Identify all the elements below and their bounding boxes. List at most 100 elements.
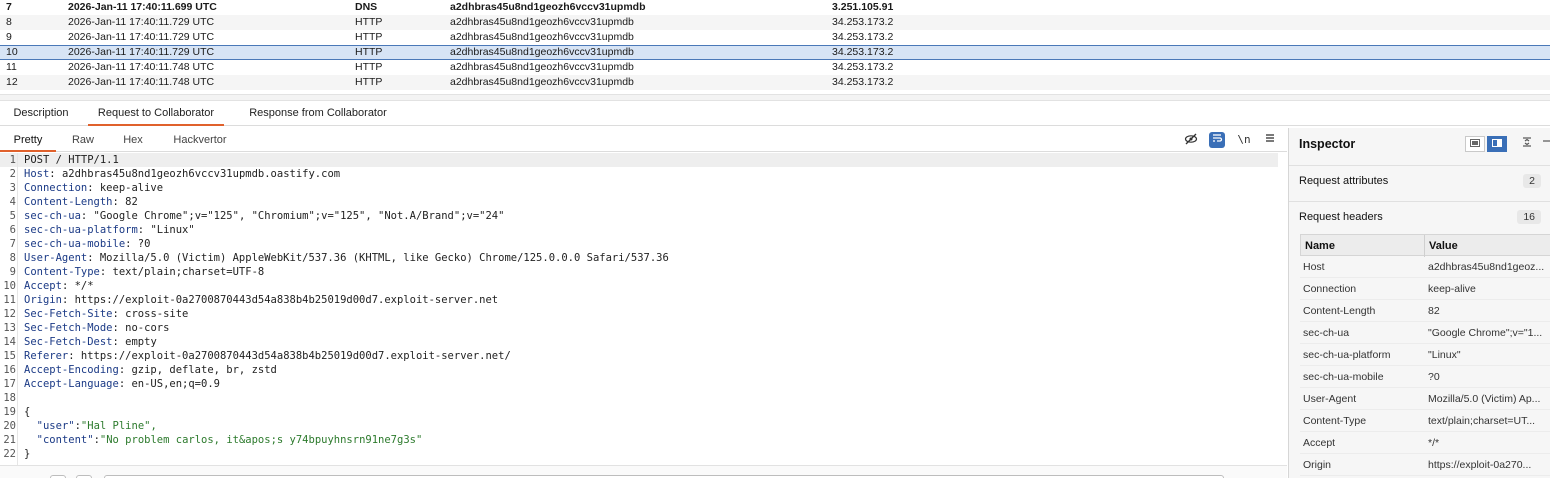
code-line: 8 User-Agent: Mozilla/5.0 (Victim) AppleW… [0,251,1287,265]
code-line: 7 sec-ch-ua-mobile: ?0 [0,237,1287,251]
table-row[interactable]: 11 2026-Jan-11 17:40:11.748 UTC HTTP a2dhbr… [0,60,1550,75]
row-source-ip: 34.253.173.2 [832,61,894,73]
header-value: "Linux" [1428,349,1461,361]
section-request-attributes[interactable]: Request attributes 2 [1289,165,1550,195]
header-name: Connection [1303,283,1357,295]
line-number: 7 [9,238,16,250]
header-name: sec-ch-ua-mobile [1303,371,1384,383]
inspector-header-row[interactable]: sec-ch-ua-mobile ?0 [1300,366,1550,388]
header-name: Content-Type [24,266,100,278]
line-number: 12 [3,308,16,320]
header-name: Sec-Fetch-Site [24,308,113,320]
newline-icon[interactable]: \n [1236,132,1252,148]
table-row[interactable]: 9 2026-Jan-11 17:40:11.729 UTC HTTP a2dhbra… [0,30,1550,45]
line-content: "user":"Hal Pline", [24,419,157,433]
row-type: HTTP [355,46,383,58]
header-name: Accept-Language [24,378,119,390]
row-time: 2026-Jan-11 17:40:11.729 UTC [68,16,215,28]
header-value: text/plain;charset=UT... [1428,415,1536,427]
line-number: 11 [3,294,16,306]
layout-horizontal-icon[interactable] [1465,136,1485,152]
line-number: 19 [3,406,16,418]
line-number: 8 [9,252,16,264]
tab-hackvertor[interactable]: Hackvertor [160,128,240,152]
table-row[interactable]: 12 2026-Jan-11 17:40:11.748 UTC HTTP a2dhbr… [0,75,1550,90]
column-header-name[interactable]: Name [1305,235,1335,257]
inspector-header-row[interactable]: Content-Type text/plain;charset=UT... [1300,410,1550,432]
tab-response-from-collaborator[interactable]: Response from Collaborator [242,101,394,126]
inspector-header-row[interactable]: Origin https://exploit-0a270... [1300,454,1550,476]
row-source-ip: 3.251.105.91 [832,1,894,13]
code-line: 6 sec-ch-ua-platform: "Linux" [0,223,1287,237]
table-row[interactable]: 8 2026-Jan-11 17:40:11.729 UTC HTTP a2dhbra… [0,15,1550,30]
hamburger-menu-icon[interactable] [1262,132,1278,148]
tab-description[interactable]: Description [6,101,76,126]
code-line: 19 { [0,405,1287,419]
collapse-icon[interactable] [1517,136,1537,152]
inspector-header-row[interactable]: Accept */* [1300,432,1550,454]
table-row[interactable]: 7 2026-Jan-11 17:40:11.699 UTC DNS a2dhbras… [0,0,1550,15]
code-line: 12 Sec-Fetch-Site: cross-site [0,307,1287,321]
line-content: } [24,447,30,461]
interactions-table: 7 2026-Jan-11 17:40:11.699 UTC DNS a2dhbras… [0,0,1550,92]
section-request-headers[interactable]: Request headers 16 [1289,201,1550,231]
json-key: "content" [36,434,94,446]
inspector-header-row[interactable]: Content-Length 82 [1300,300,1550,322]
row-time: 2026-Jan-11 17:40:11.729 UTC [68,31,215,43]
inspector-title: Inspector [1299,137,1356,151]
eye-slash-icon[interactable] [1183,132,1199,148]
word-wrap-icon[interactable] [1209,132,1225,148]
header-value: */* [1428,437,1440,449]
view-tab-bar: Pretty Raw Hex Hackvertor \n [0,128,1287,152]
column-divider[interactable] [1424,235,1425,257]
close-icon[interactable] [1541,136,1550,152]
pane-splitter[interactable] [0,94,1550,101]
column-header-value[interactable]: Value [1429,235,1458,257]
header-value: : Mozilla/5.0 (Victim) AppleWebKit/537.3… [87,252,669,264]
row-payload: a2dhbras45u8nd1geozh6vccv31upmdb [450,31,634,43]
header-value: : */* [61,280,94,292]
inspector-header-row[interactable]: Host a2dhbras45u8nd1geoz... [1300,256,1550,278]
row-time: 2026-Jan-11 17:40:11.729 UTC [68,46,215,58]
line-content: sec-ch-ua-mobile: ?0 [24,237,150,251]
line-number: 18 [3,392,16,404]
tab-request-to-collaborator[interactable]: Request to Collaborator [88,101,224,126]
line-number: 15 [3,350,16,362]
header-value: : gzip, deflate, br, zstd [118,364,277,376]
tab-hex[interactable]: Hex [110,128,156,152]
inspector-header-row[interactable]: sec-ch-ua "Google Chrome";v="1... [1300,322,1550,344]
tab-pretty[interactable]: Pretty [0,128,56,152]
header-name: sec-ch-ua-platform [1303,349,1391,361]
line-content: { [24,405,30,419]
row-payload: a2dhbras45u8nd1geozh6vccv31upmdb [450,46,634,58]
line-content: Referer: https://exploit-0a2700870443d54… [24,349,511,363]
header-name: Host [24,168,50,180]
line-number: 10 [3,280,16,292]
code-line: 15 Referer: https://exploit-0a2700870443d… [0,349,1287,363]
line-number: 4 [9,196,16,208]
row-payload: a2dhbras45u8nd1geozh6vccv31upmdb [450,76,634,88]
layout-vertical-icon[interactable] [1487,136,1507,152]
code-line: 5 sec-ch-ua: "Google Chrome";v="125", "Ch… [0,209,1287,223]
line-number: 17 [3,378,16,390]
code-line: 22} [0,447,1287,461]
line-number: 22 [3,448,16,460]
header-name: Accept [1303,437,1336,449]
line-content: User-Agent: Mozilla/5.0 (Victim) AppleWe… [24,251,669,265]
row-number: 12 [6,76,18,88]
code-line: 17 Accept-Language: en-US,en;q=0.9 [0,377,1287,391]
tab-raw[interactable]: Raw [60,128,106,152]
row-payload: a2dhbras45u8nd1geozh6vccv31upmdb [450,1,646,13]
line-number: 3 [9,182,16,194]
row-type: HTTP [355,31,383,43]
header-name: Accept-Encoding [24,364,119,376]
row-number: 7 [6,1,12,13]
line-content: sec-ch-ua: "Google Chrome";v="125", "Chr… [24,209,504,223]
inspector-header-row[interactable]: sec-ch-ua-platform "Linux" [1300,344,1550,366]
request-editor[interactable]: 1 POST / HTTP/1.1 2 Host: a2dhbras45u8nd1ge… [0,153,1287,465]
table-row[interactable]: 10 2026-Jan-11 17:40:11.729 UTC HTTP a2dhbr… [0,45,1550,60]
inspector-header-row[interactable]: User-Agent Mozilla/5.0 (Victim) Ap... [1300,388,1550,410]
line-content: sec-ch-ua-platform: "Linux" [24,223,195,237]
inspector-header-row[interactable]: Connection keep-alive [1300,278,1550,300]
row-source-ip: 34.253.173.2 [832,31,894,43]
